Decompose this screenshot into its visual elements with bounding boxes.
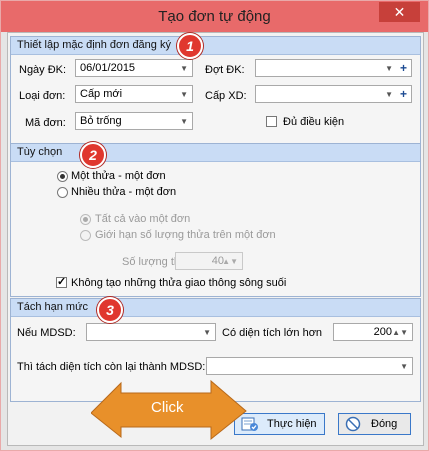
dong-button[interactable]: Đóng [338, 413, 411, 435]
group-title: Tách hạn mức [17, 301, 88, 313]
close-icon: ✕ [393, 4, 406, 20]
ngay-dk-label: Ngày ĐK: [19, 64, 67, 76]
neu-mdsd-label: Nếu MDSD: [17, 327, 76, 339]
co-dien-tich-label: Có diện tích lớn hơn [222, 327, 323, 339]
step-badge-1: 1 [177, 33, 203, 59]
title-bar: Tạo đơn tự động ✕ [1, 1, 428, 32]
click-annotation-label: Click [151, 399, 184, 416]
group-title: Thiết lập mặc định đơn đăng ký [17, 39, 171, 51]
du-dieu-kien-checkbox[interactable] [266, 116, 277, 127]
spin-arrow-icon[interactable]: ▲▼ [222, 257, 238, 266]
spin-arrow-icon[interactable]: ▲▼ [392, 328, 408, 337]
khong-tao-checkbox[interactable] [56, 275, 67, 288]
mot-thua-label: Một thửa - một đơn [71, 170, 166, 182]
dropdown-arrow-icon[interactable]: ▼ [385, 90, 393, 99]
loai-don-value: Cấp mới [80, 88, 123, 100]
dropdown-arrow-icon[interactable]: ▼ [385, 64, 393, 73]
dropdown-arrow-icon[interactable]: ▼ [203, 328, 211, 337]
co-dien-tich-spinner[interactable]: 200 ▲▼ [333, 323, 413, 341]
co-dien-tich-value: 200 [373, 326, 392, 338]
step-badge-2: 2 [80, 142, 106, 168]
dialog-window: Tạo đơn tự động ✕ Thiết lập mặc định đơn… [0, 0, 429, 451]
close-button[interactable]: ✕ [379, 2, 420, 22]
window-title: Tạo đơn tự động [158, 8, 271, 25]
dot-dk-combo[interactable]: ▼ + [255, 59, 412, 77]
tat-ca-radio[interactable] [80, 214, 91, 225]
nhieu-thua-radio[interactable] [57, 187, 68, 198]
dropdown-arrow-icon[interactable]: ▼ [180, 117, 188, 126]
group-options: Tùy chọn Một thửa - một đơn Nhiều thửa -… [10, 143, 421, 297]
step-badge-3: 3 [97, 297, 123, 323]
group-header: Tách hạn mức [11, 299, 420, 317]
du-dieu-kien-label: Đủ điều kiện [283, 116, 345, 128]
dropdown-arrow-icon[interactable]: ▼ [400, 362, 408, 371]
ngay-dk-date-picker[interactable]: 06/01/2015 ▼ [75, 59, 193, 77]
ma-don-label: Mã đơn: [25, 117, 66, 129]
group-title: Tùy chọn [17, 146, 63, 158]
dropdown-arrow-icon[interactable]: ▼ [180, 90, 188, 99]
cap-xd-combo[interactable]: ▼ + [255, 85, 412, 103]
add-plus-icon[interactable]: + [400, 87, 407, 101]
khong-tao-label: Không tạo những thửa giao thông sông suố… [71, 277, 287, 289]
group-header: Tùy chọn [11, 144, 420, 162]
mot-thua-radio[interactable] [57, 171, 68, 182]
gioi-han-label: Giới hạn số lượng thửa trên một đơn [95, 229, 276, 241]
loai-don-combo[interactable]: Cấp mới ▼ [75, 85, 193, 103]
cancel-icon [345, 416, 361, 435]
cap-xd-label: Cấp XD: [205, 90, 247, 102]
ma-don-value: Bỏ trống [80, 115, 122, 127]
group-header: Thiết lập mặc định đơn đăng ký [11, 37, 420, 55]
thi-tach-label: Thì tách diện tích còn lại thành MDSD: [17, 361, 206, 373]
dropdown-arrow-icon[interactable]: ▼ [180, 64, 188, 73]
dong-label: Đóng [371, 418, 398, 430]
so-luong-spinner[interactable]: 40 ▲▼ [175, 252, 243, 270]
ngay-dk-value: 06/01/2015 [80, 62, 136, 74]
add-plus-icon[interactable]: + [400, 61, 407, 75]
thuc-hien-label: Thực hiện [267, 418, 317, 430]
ma-don-combo[interactable]: Bỏ trống ▼ [75, 112, 193, 130]
tat-ca-label: Tất cả vào một đơn [95, 213, 191, 225]
loai-don-label: Loại đơn: [19, 90, 66, 102]
dot-dk-label: Đợt ĐK: [205, 64, 245, 76]
nhieu-thua-label: Nhiều thửa - một đơn [71, 186, 177, 198]
neu-mdsd-combo[interactable]: ▼ [86, 323, 216, 341]
gioi-han-radio[interactable] [80, 230, 91, 241]
group-default-settings: Thiết lập mặc định đơn đăng ký Ngày ĐK: … [10, 36, 421, 148]
